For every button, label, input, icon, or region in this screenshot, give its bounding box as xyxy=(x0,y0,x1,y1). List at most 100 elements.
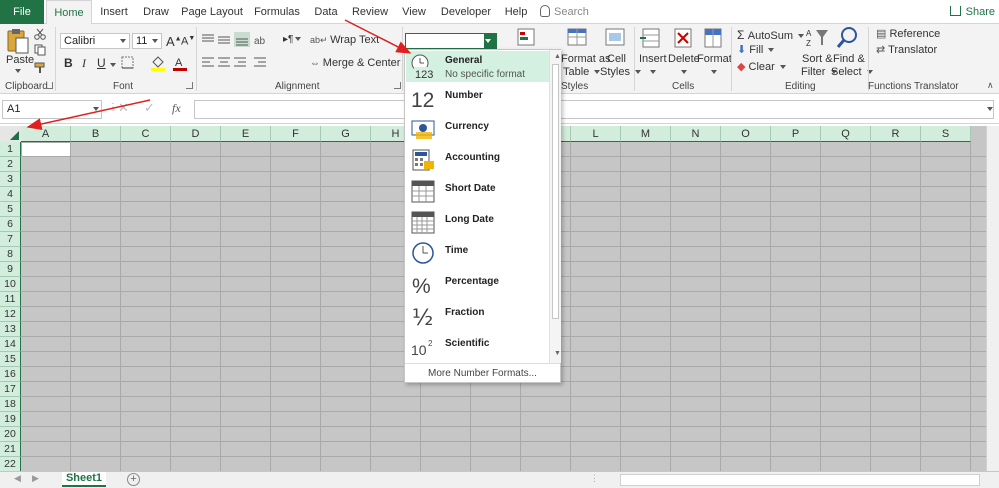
column-header[interactable]: O xyxy=(721,126,771,142)
share-button[interactable]: Share xyxy=(949,0,995,24)
column-header[interactable]: L xyxy=(571,126,621,142)
tab-developer[interactable]: Developer xyxy=(438,0,494,24)
vertical-scrollbar[interactable] xyxy=(986,126,999,471)
row-header[interactable]: 15 xyxy=(0,352,21,367)
dropdown-scrollbar[interactable]: ▲ ▼ xyxy=(549,50,561,363)
format-painter-icon[interactable] xyxy=(34,62,46,74)
format-option-short-date[interactable]: Short Date xyxy=(406,175,549,206)
confirm-entry-icon[interactable]: ✓ xyxy=(144,100,155,116)
row-header[interactable]: 16 xyxy=(0,367,21,382)
tab-review[interactable]: Review xyxy=(350,0,390,24)
insert-dropdown[interactable] xyxy=(648,66,656,78)
format-option-fraction[interactable]: ½ Fraction xyxy=(406,299,549,331)
format-as-table-label-1[interactable]: Format as xyxy=(561,53,611,65)
cancel-entry-icon[interactable]: ✕ xyxy=(118,100,129,116)
more-number-formats-link[interactable]: More Number Formats... xyxy=(405,363,560,383)
number-format-select[interactable] xyxy=(405,33,497,49)
column-header[interactable]: A xyxy=(21,126,71,142)
cell-styles-icon[interactable] xyxy=(604,27,626,47)
row-header[interactable]: 19 xyxy=(0,412,21,427)
format-cells-icon[interactable] xyxy=(702,27,724,49)
row-header[interactable]: 12 xyxy=(0,307,21,322)
row-header[interactable]: 18 xyxy=(0,397,21,412)
row-header[interactable]: 1 xyxy=(0,142,21,157)
font-size-select[interactable]: 11 xyxy=(132,33,162,49)
sheet-tab[interactable]: Sheet1 xyxy=(62,472,106,487)
decrease-font-icon[interactable]: A▼ xyxy=(181,35,195,48)
prev-sheet-icon[interactable]: ◀ xyxy=(14,473,21,484)
bold-button[interactable]: B xyxy=(64,56,73,70)
column-header[interactable]: M xyxy=(621,126,671,142)
column-header[interactable]: B xyxy=(71,126,121,142)
tab-view[interactable]: View xyxy=(399,0,429,24)
column-header[interactable]: E xyxy=(221,126,271,142)
insert-button[interactable]: Insert xyxy=(639,53,667,65)
row-header[interactable]: 7 xyxy=(0,232,21,247)
underline-dropdown[interactable] xyxy=(108,59,116,71)
delete-cells-icon[interactable] xyxy=(672,27,694,49)
formula-input[interactable] xyxy=(194,100,994,119)
horizontal-scrollbar[interactable] xyxy=(620,474,980,486)
format-option-general[interactable]: 123 General No specific format xyxy=(406,51,549,82)
font-color-icon[interactable]: A xyxy=(172,55,188,71)
tab-insert[interactable]: Insert xyxy=(96,0,132,24)
column-header[interactable]: S xyxy=(921,126,971,142)
column-header[interactable]: Q xyxy=(821,126,871,142)
cut-icon[interactable] xyxy=(34,28,46,40)
number-format-dropdown-button[interactable] xyxy=(484,34,496,48)
row-header[interactable]: 17 xyxy=(0,382,21,397)
conditional-formatting-icon[interactable] xyxy=(516,27,538,47)
clipboard-dialog-launcher[interactable] xyxy=(46,82,53,89)
row-header[interactable]: 11 xyxy=(0,292,21,307)
row-header[interactable]: 6 xyxy=(0,217,21,232)
italic-button[interactable]: I xyxy=(82,56,86,71)
row-header[interactable]: 10 xyxy=(0,277,21,292)
paste-label[interactable]: Paste xyxy=(6,54,34,66)
borders-icon[interactable] xyxy=(121,56,135,70)
font-dialog-launcher[interactable] xyxy=(186,82,193,89)
alignment-dialog-launcher[interactable] xyxy=(394,82,401,89)
format-option-time[interactable]: Time xyxy=(406,237,549,268)
tab-splitter-icon[interactable]: ⋮ xyxy=(590,473,599,484)
select-all-button[interactable] xyxy=(0,126,21,142)
autosum-button[interactable]: Σ AutoSum xyxy=(737,28,805,42)
format-option-percentage[interactable]: % Percentage xyxy=(406,268,549,299)
cell-styles-label-1[interactable]: Cell xyxy=(607,53,626,65)
delete-dropdown[interactable] xyxy=(679,66,687,78)
scroll-thumb[interactable] xyxy=(552,64,559,319)
row-header[interactable]: 22 xyxy=(0,457,21,471)
row-header[interactable]: 8 xyxy=(0,247,21,262)
column-header[interactable]: D xyxy=(171,126,221,142)
sort-filter-label-1[interactable]: Sort & xyxy=(802,53,833,65)
tab-data[interactable]: Data xyxy=(311,0,341,24)
format-as-table-label-2[interactable]: Table xyxy=(563,66,601,78)
row-header[interactable]: 9 xyxy=(0,262,21,277)
find-select-icon[interactable] xyxy=(836,26,860,50)
format-button[interactable]: Format xyxy=(697,53,732,65)
tab-file[interactable]: File xyxy=(0,0,44,24)
row-header[interactable]: 2 xyxy=(0,157,21,172)
find-select-label-2[interactable]: Select xyxy=(831,66,873,78)
column-header[interactable]: C xyxy=(121,126,171,142)
tab-draw[interactable]: Draw xyxy=(140,0,172,24)
row-header[interactable]: 3 xyxy=(0,172,21,187)
format-option-long-date[interactable]: Long Date xyxy=(406,206,549,237)
merge-center-button[interactable]: ⇔ Merge & Center xyxy=(310,57,412,69)
name-box[interactable]: A1 xyxy=(2,100,102,119)
tab-help[interactable]: Help xyxy=(503,0,529,24)
insert-function-icon[interactable]: fx xyxy=(172,101,181,116)
text-direction-icon[interactable]: ▸¶ xyxy=(283,34,302,45)
column-header[interactable]: R xyxy=(871,126,921,142)
scroll-down-icon[interactable]: ▼ xyxy=(554,350,561,357)
row-header[interactable]: 13 xyxy=(0,322,21,337)
tell-me-search[interactable]: Search xyxy=(540,0,589,24)
format-option-number[interactable]: 12 Number xyxy=(406,82,549,113)
delete-button[interactable]: Delete xyxy=(668,53,700,65)
horizontal-align-icons[interactable] xyxy=(200,56,272,70)
scroll-up-icon[interactable]: ▲ xyxy=(554,53,561,60)
wrap-text-button[interactable]: ab↵ Wrap Text xyxy=(310,34,379,46)
row-header[interactable]: 21 xyxy=(0,442,21,457)
column-header[interactable]: N xyxy=(671,126,721,142)
vertical-align-icons[interactable]: ab xyxy=(200,32,272,48)
tab-home[interactable]: Home xyxy=(46,0,92,25)
